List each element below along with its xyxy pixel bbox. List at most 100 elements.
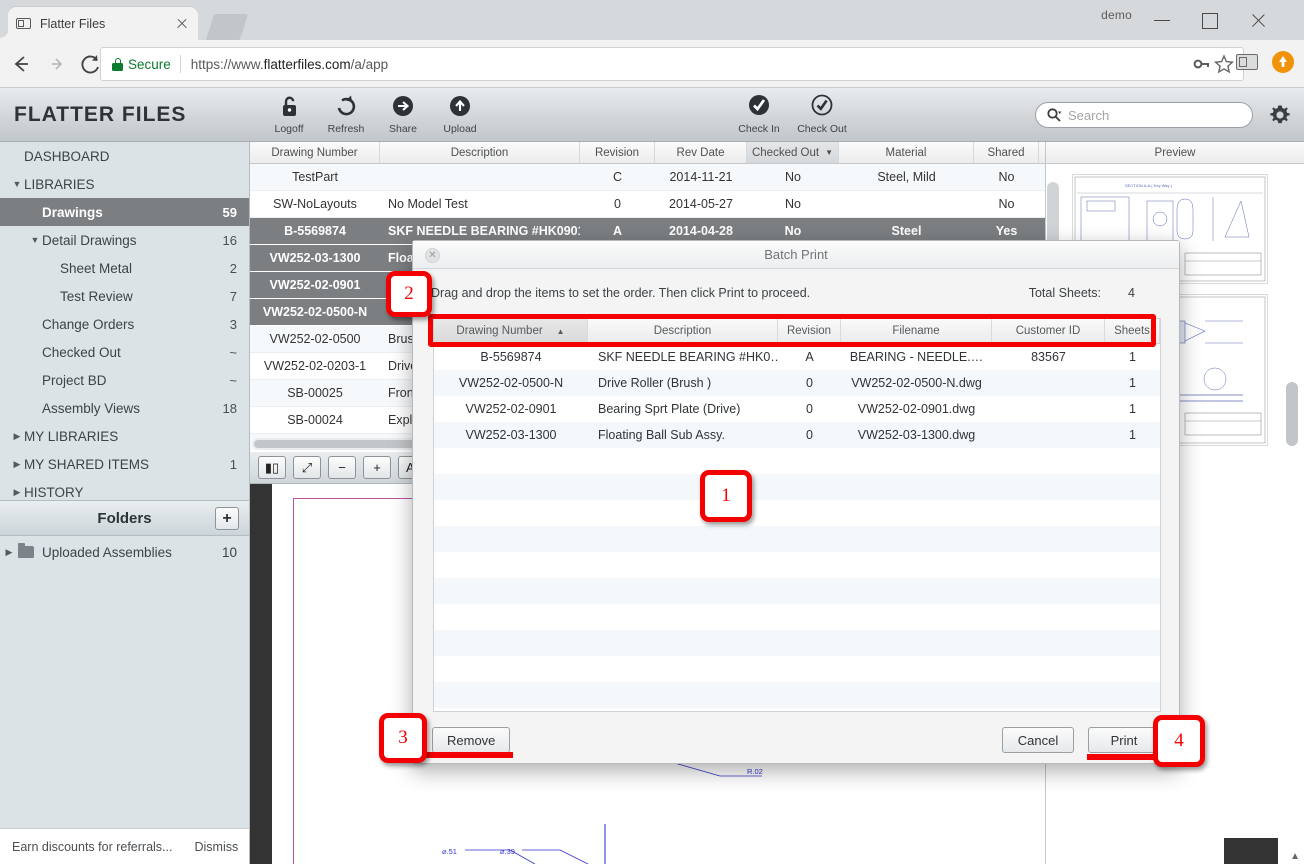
sidebar-item-assembly-views[interactable]: Assembly Views 18 — [0, 394, 249, 422]
referral-banner: Earn discounts for referrals... Dismiss — [0, 828, 249, 864]
sidebar-nav-list: DASHBOARD ▼ LIBRARIES Drawings 59 ▼ Detail Dra… — [0, 142, 249, 506]
dialog-empty-row[interactable] — [434, 448, 1160, 474]
dialog-table-cell: 0 — [806, 402, 813, 416]
column-header-drawing-number[interactable]: Drawing Number — [250, 142, 380, 163]
table-cell: 0 — [614, 197, 621, 211]
dialog-empty-row[interactable] — [434, 656, 1160, 682]
chevron-down-icon[interactable]: ▼ — [28, 235, 42, 245]
dialog-table-row[interactable]: B-5569874 SKF NEEDLE BEARING #HK0… A BEARIN… — [434, 344, 1160, 370]
sidebar-item-drawings[interactable]: Drawings 59 — [0, 198, 249, 226]
sidebar-item-label: Change Orders — [42, 316, 135, 332]
window-close-button[interactable] — [1236, 6, 1281, 34]
dialog-table-cell: BEARING - NEEDLE.… — [849, 350, 984, 364]
sidebar-item-label: HISTORY — [24, 484, 84, 500]
chevron-right-icon[interactable]: ▶ — [10, 431, 24, 442]
zoom-in-button[interactable]: + — [363, 456, 391, 479]
cancel-button[interactable]: Cancel — [1002, 727, 1074, 753]
sidebar-item-sheet-metal[interactable]: Sheet Metal 2 — [0, 254, 249, 282]
column-header-rev-date[interactable]: Rev Date — [655, 142, 747, 163]
folder-item-count: 10 — [221, 544, 237, 560]
column-header-shared[interactable]: Shared — [974, 142, 1039, 163]
scroll-up-icon[interactable]: ▲ — [1290, 851, 1300, 862]
window-minimize-button[interactable] — [1140, 6, 1185, 34]
back-button[interactable] — [6, 49, 36, 79]
chevron-right-icon[interactable]: ▶ — [10, 487, 24, 498]
folders-section-header: Folders + — [0, 500, 249, 536]
dialog-empty-row[interactable] — [434, 500, 1160, 526]
batch-print-list: Drawing Number ▲ Description Revision Filena… — [433, 318, 1161, 712]
chevron-right-icon[interactable]: ▶ — [10, 459, 24, 470]
check-out-button[interactable]: Check Out — [787, 92, 857, 135]
tab-title: Flatter Files — [40, 16, 106, 31]
column-header-revision[interactable]: Revision — [580, 142, 655, 163]
table-cell: VW252-02-0500-N — [262, 305, 368, 319]
lock-icon — [112, 57, 123, 71]
dialog-empty-row[interactable] — [434, 630, 1160, 656]
total-sheets-label: Total Sheets: — [1028, 286, 1101, 300]
preview-scrollbar-right[interactable] — [1286, 382, 1298, 446]
browser-tab-flatter-files[interactable]: Flatter Files — [0, 7, 198, 40]
search-input[interactable]: Search — [1035, 102, 1253, 128]
annotation-highlight-columns — [428, 314, 1156, 347]
dialog-close-icon[interactable]: ✕ — [425, 248, 440, 263]
table-cell: TestPart — [292, 170, 338, 184]
gear-icon[interactable] — [1266, 101, 1294, 129]
add-folder-button[interactable]: + — [215, 507, 239, 530]
dialog-empty-row[interactable] — [434, 552, 1160, 578]
upload-button[interactable]: Upload — [425, 92, 495, 135]
sidebar-item-dashboard[interactable]: DASHBOARD — [0, 142, 249, 170]
dialog-empty-row[interactable] — [434, 474, 1160, 500]
password-key-icon[interactable] — [1191, 53, 1213, 75]
chevron-right-icon[interactable]: ▶ — [0, 547, 18, 558]
table-row[interactable]: SW-NoLayouts No Model Test 0 2014-05-27 No No — [250, 191, 1045, 218]
dialog-table-row[interactable]: VW252-03-1300 Floating Ball Sub Assy. 0 VW2… — [434, 422, 1160, 448]
table-cell: Yes — [995, 224, 1018, 238]
sidebar-item-libraries[interactable]: ▼ LIBRARIES — [0, 170, 249, 198]
annotation-underline-4 — [1087, 754, 1157, 760]
dialog-empty-row[interactable] — [434, 604, 1160, 630]
column-header-label: Revision — [594, 146, 640, 159]
dismiss-referral-link[interactable]: Dismiss — [194, 840, 238, 854]
print-button[interactable]: Print — [1088, 727, 1160, 753]
address-bar[interactable]: Secure https://www.flatterfiles.com/a/ap… — [100, 47, 1244, 81]
sidebar-item-my-shared-items[interactable]: ▶ MY SHARED ITEMS 1 — [0, 450, 249, 478]
new-tab-button[interactable] — [205, 14, 249, 40]
zoom-out-button[interactable]: − — [328, 456, 356, 479]
table-row[interactable]: TestPart C 2014-11-21 No Steel, Mild No — [250, 164, 1045, 191]
column-header-checked-out[interactable]: Checked Out ▼ — [747, 142, 839, 163]
dialog-table-cell: VW252-02-0901.dwg — [857, 402, 976, 416]
bookmark-star-icon[interactable] — [1213, 53, 1235, 75]
dialog-table-cell: 0 — [806, 428, 813, 442]
profile-avatar-icon[interactable] — [1272, 51, 1294, 73]
dialog-table-cell: B-5569874 — [480, 350, 542, 364]
sidebar-item-checked-out[interactable]: Checked Out ~ — [0, 338, 249, 366]
extension-icon[interactable] — [1236, 54, 1258, 70]
window-maximize-button[interactable] — [1187, 6, 1232, 34]
dialog-empty-row[interactable] — [434, 682, 1160, 708]
sidebar-item-detail-drawings[interactable]: ▼ Detail Drawings 16 — [0, 226, 249, 254]
column-header-description[interactable]: Description — [380, 142, 580, 163]
dimension-label: ⌀.39 — [500, 847, 515, 856]
panel-toggle-button[interactable]: ▮▯ — [258, 456, 286, 479]
sidebar-item-my-libraries[interactable]: ▶ MY LIBRARIES — [0, 422, 249, 450]
folder-item-uploaded-assemblies[interactable]: ▶ Uploaded Assemblies 10 — [0, 538, 249, 566]
sidebar-item-test-review[interactable]: Test Review 7 — [0, 282, 249, 310]
remove-button[interactable]: Remove — [432, 727, 511, 753]
dialog-table-row[interactable]: VW252-02-0901 Bearing Sprt Plate (Drive) 0… — [434, 396, 1160, 422]
fullscreen-button[interactable]: ⤢ — [293, 456, 321, 479]
sidebar-item-change-orders[interactable]: Change Orders 3 — [0, 310, 249, 338]
check-in-button[interactable]: Check In — [724, 92, 794, 135]
table-cell: Steel — [891, 224, 922, 238]
sidebar-item-project-bd[interactable]: Project BD ~ — [0, 366, 249, 394]
dialog-table-row[interactable]: VW252-02-0500-N Drive Roller (Brush ) 0 VW2… — [434, 370, 1160, 396]
sidebar-item-count: 2 — [229, 260, 237, 276]
zoom-out-icon: − — [338, 460, 346, 475]
annotation-badge-4: 4 — [1153, 715, 1205, 767]
tab-close-icon[interactable] — [174, 16, 190, 32]
dialog-empty-row[interactable] — [434, 578, 1160, 604]
dialog-table-cell: VW252-03-1300 — [465, 428, 557, 442]
dialog-table-cell: Drive Roller (Brush ) — [598, 376, 712, 390]
dialog-empty-row[interactable] — [434, 526, 1160, 552]
chevron-down-icon[interactable]: ▼ — [10, 179, 24, 189]
column-header-material[interactable]: Material — [839, 142, 974, 163]
